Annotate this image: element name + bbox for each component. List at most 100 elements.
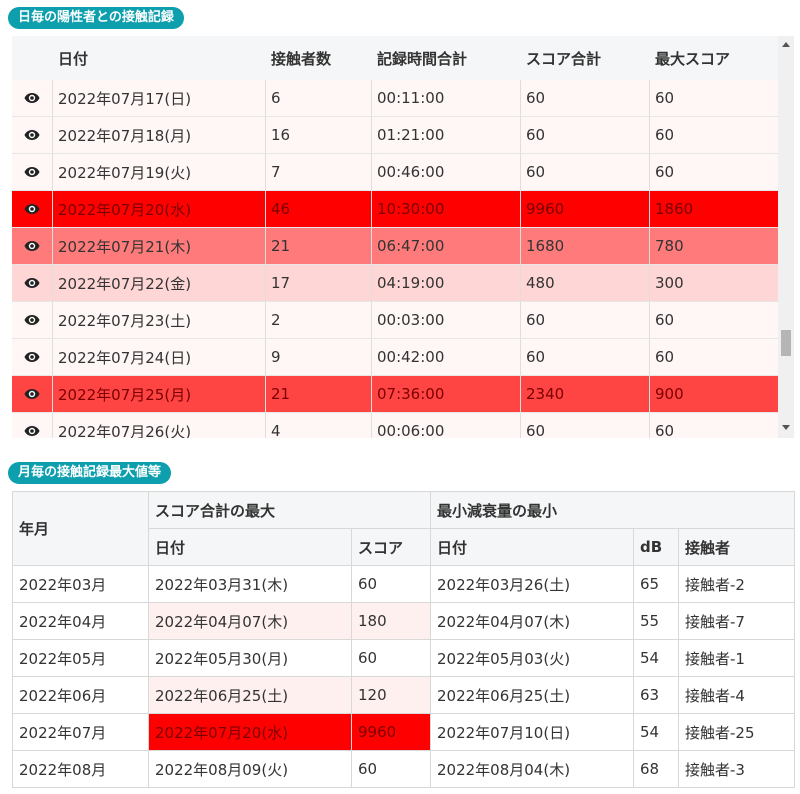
db-header: dB: [633, 528, 679, 566]
eye-icon[interactable]: [24, 240, 40, 252]
cell-date: 2022年07月19(火): [58, 163, 192, 182]
cell-date: 2022年07月18(月): [58, 126, 192, 145]
cell-ym: 2022年08月: [12, 750, 149, 788]
cell-score-sum: 60: [526, 311, 546, 329]
eye-icon[interactable]: [24, 351, 40, 363]
eye-icon[interactable]: [24, 129, 40, 141]
monthly-section-title: 月毎の接触記録最大値等: [8, 462, 172, 484]
cell-time: 00:06:00: [377, 422, 445, 438]
col-count-header[interactable]: 接触者数: [265, 36, 372, 80]
scroll-down-icon[interactable]: [782, 425, 790, 430]
cell-contact: 接触者-1: [678, 639, 795, 677]
cell-time: 06:47:00: [377, 237, 445, 255]
cell-score-sum: 2340: [526, 385, 565, 403]
eye-icon[interactable]: [24, 166, 40, 178]
cell-max-score: 60: [655, 311, 675, 329]
cell-date: 2022年07月24(日): [58, 348, 192, 367]
cell-atten-date: 2022年08月04(木): [430, 750, 634, 788]
table-row[interactable]: 2022年07月22(金) 17 04:19:00 480 300: [12, 265, 778, 302]
cell-count: 9: [271, 348, 281, 366]
cell-time: 07:36:00: [377, 385, 445, 403]
atten-date-header: 日付: [430, 528, 634, 566]
cell-db: 54: [633, 639, 679, 677]
cell-time: 00:11:00: [377, 89, 445, 107]
table-row[interactable]: 2022年07月19(火) 7 00:46:00 60 60: [12, 154, 778, 191]
cell-date: 2022年07月17(日): [58, 89, 192, 108]
cell-score-date: 2022年08月09(火): [148, 750, 352, 788]
cell-atten-date: 2022年06月25(土): [430, 676, 634, 714]
cell-max-score: 60: [655, 163, 675, 181]
cell-db: 65: [633, 565, 679, 603]
table-row[interactable]: 2022年07月25(月) 21 07:36:00 2340 900: [12, 376, 778, 413]
col-max-score-header[interactable]: 最大スコア: [649, 36, 779, 80]
cell-score: 9960: [351, 713, 431, 751]
eye-icon[interactable]: [24, 203, 40, 215]
cell-count: 2: [271, 311, 281, 329]
scroll-thumb[interactable]: [781, 330, 791, 356]
eye-icon[interactable]: [24, 92, 40, 104]
col-score-sum-header[interactable]: スコア合計: [520, 36, 650, 80]
table-row[interactable]: 2022年07月18(月) 16 01:21:00 60 60: [12, 117, 778, 154]
table-row[interactable]: 2022年07月21(木) 21 06:47:00 1680 780: [12, 228, 778, 265]
col-date-header[interactable]: 日付: [52, 36, 267, 80]
table-row[interactable]: 2022年07月20(水) 46 10:30:00 9960 1860: [12, 191, 778, 228]
cell-ym: 2022年06月: [12, 676, 149, 714]
cell-count: 21: [271, 237, 291, 255]
table-row: 2022年04月 2022年04月07(木) 180 2022年04月07(木) 55 接…: [12, 602, 795, 640]
cell-score-sum: 1680: [526, 237, 565, 255]
cell-contact: 接触者-2: [678, 565, 795, 603]
cell-max-score: 60: [655, 348, 675, 366]
table-row[interactable]: 2022年07月17(日) 6 00:11:00 60 60: [12, 80, 778, 117]
cell-score-sum: 480: [526, 274, 555, 292]
cell-contact: 接触者-3: [678, 750, 795, 788]
atten-min-group-header: 最小減衰量の最小: [430, 491, 795, 529]
cell-score-sum: 60: [526, 348, 546, 366]
cell-time: 00:03:00: [377, 311, 445, 329]
eye-icon[interactable]: [24, 388, 40, 400]
cell-score: 60: [351, 750, 431, 788]
cell-count: 17: [271, 274, 291, 292]
daily-section-title: 日毎の陽性者との接触記録: [8, 7, 184, 29]
eye-icon[interactable]: [24, 425, 40, 437]
table-row: 2022年06月 2022年06月25(土) 120 2022年06月25(土) 63 接…: [12, 676, 795, 714]
cell-date: 2022年07月26(火): [58, 422, 192, 439]
cell-max-score: 300: [655, 274, 684, 292]
cell-score-sum: 60: [526, 89, 546, 107]
cell-score: 60: [351, 565, 431, 603]
cell-atten-date: 2022年07月10(日): [430, 713, 634, 751]
monthly-max-table: 年月 スコア合計の最大 最小減衰量の最小 日付 スコア 日付 dB 接触者 20…: [12, 491, 795, 788]
table-row: 2022年05月 2022年05月30(月) 60 2022年05月03(火) 54 接触…: [12, 639, 795, 677]
cell-db: 55: [633, 602, 679, 640]
cell-count: 16: [271, 126, 291, 144]
cell-count: 6: [271, 89, 281, 107]
cell-date: 2022年07月21(木): [58, 237, 192, 256]
col-time-header[interactable]: 記録時間合計: [371, 36, 521, 80]
cell-time: 00:46:00: [377, 163, 445, 181]
cell-contact: 接触者-4: [678, 676, 795, 714]
cell-ym: 2022年07月: [12, 713, 149, 751]
score-max-group-header: スコア合計の最大: [148, 491, 431, 529]
cell-ym: 2022年05月: [12, 639, 149, 677]
eye-icon[interactable]: [24, 277, 40, 289]
daily-table-header: 日付 接触者数 記録時間合計 スコア合計 最大スコア: [12, 36, 778, 82]
table-row[interactable]: 2022年07月26(火) 4 00:06:00 60 60: [12, 413, 778, 438]
cell-db: 54: [633, 713, 679, 751]
eye-icon[interactable]: [24, 314, 40, 326]
cell-max-score: 60: [655, 422, 675, 438]
table-row: 2022年07月 2022年07月20(水) 9960 2022年07月10(日) 54…: [12, 713, 795, 751]
cell-time: 10:30:00: [377, 200, 445, 218]
scroll-up-icon[interactable]: [782, 42, 790, 47]
cell-count: 7: [271, 163, 281, 181]
cell-date: 2022年07月25(月): [58, 385, 192, 404]
cell-count: 21: [271, 385, 291, 403]
cell-score-date: 2022年05月30(月): [148, 639, 352, 677]
cell-date: 2022年07月22(金): [58, 274, 192, 293]
cell-ym: 2022年03月: [12, 565, 149, 603]
cell-score-date: 2022年07月20(水): [148, 713, 352, 751]
table-row[interactable]: 2022年07月23(土) 2 00:03:00 60 60: [12, 302, 778, 339]
cell-score: 120: [351, 676, 431, 714]
cell-atten-date: 2022年04月07(木): [430, 602, 634, 640]
table-row[interactable]: 2022年07月24(日) 9 00:42:00 60 60: [12, 339, 778, 376]
scrollbar[interactable]: [778, 36, 794, 438]
cell-time: 04:19:00: [377, 274, 445, 292]
